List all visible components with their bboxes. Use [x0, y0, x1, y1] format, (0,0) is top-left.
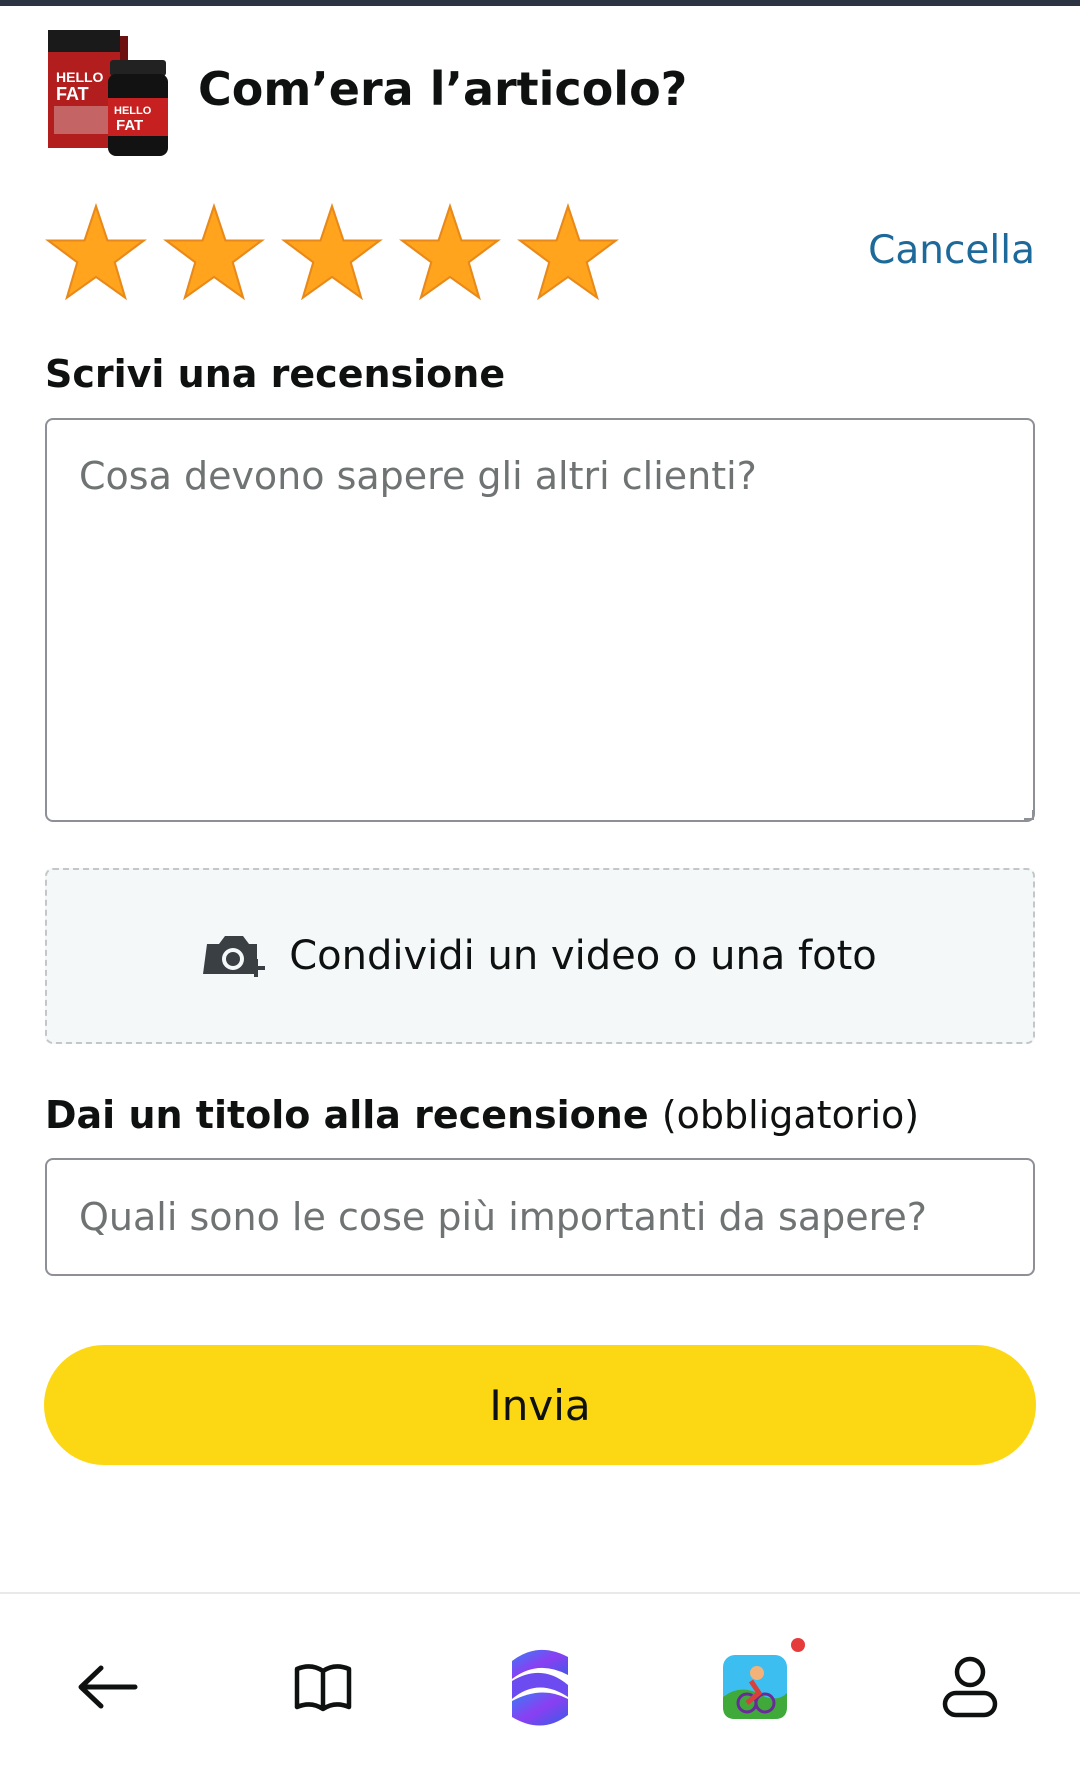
review-textarea[interactable]: [45, 418, 1035, 822]
page-title: Com’era l’articolo?: [198, 62, 688, 116]
svg-text:HELLO: HELLO: [56, 69, 104, 85]
title-label: Dai un titolo alla recensione (obbligato…: [45, 1093, 919, 1137]
top-status-strip: [0, 0, 1080, 6]
star-4-icon[interactable]: [398, 202, 502, 306]
star-rating[interactable]: [44, 202, 620, 312]
svg-text:FAT: FAT: [56, 84, 89, 104]
star-1-icon[interactable]: [44, 202, 148, 306]
add-media-label: Condividi un video o una foto: [289, 933, 877, 979]
svg-text:FAT: FAT: [116, 117, 143, 134]
star-5-icon[interactable]: [516, 202, 620, 306]
submit-button[interactable]: Invia: [44, 1345, 1036, 1465]
camera-plus-icon: [203, 936, 266, 977]
nav-library[interactable]: [278, 1642, 368, 1732]
notification-dot: [791, 1638, 805, 1652]
review-title-input[interactable]: [45, 1158, 1035, 1276]
account-icon: [942, 1656, 998, 1718]
bottom-navigation: [0, 1592, 1080, 1769]
game-app-icon: [723, 1655, 787, 1719]
nav-back[interactable]: [62, 1642, 152, 1732]
star-2-icon[interactable]: [162, 202, 266, 306]
svg-text:HELLO: HELLO: [114, 105, 152, 117]
assistant-logo-icon: [512, 1649, 568, 1726]
clear-rating-link[interactable]: Cancella: [868, 228, 1035, 273]
resize-handle[interactable]: [1024, 810, 1034, 820]
title-label-required: (obbligatorio): [661, 1093, 920, 1137]
nav-game[interactable]: [710, 1642, 800, 1732]
nav-assistant[interactable]: [495, 1642, 585, 1732]
add-media-button[interactable]: Condividi un video o una foto: [45, 868, 1035, 1044]
title-label-main: Dai un titolo alla recensione: [45, 1093, 649, 1137]
back-arrow-icon: [78, 1665, 138, 1709]
star-3-icon[interactable]: [280, 202, 384, 306]
product-thumbnail: HELLO FAT HELLO FAT: [48, 30, 168, 156]
review-label: Scrivi una recensione: [45, 352, 506, 396]
book-icon: [294, 1664, 352, 1712]
nav-account[interactable]: [925, 1642, 1015, 1732]
